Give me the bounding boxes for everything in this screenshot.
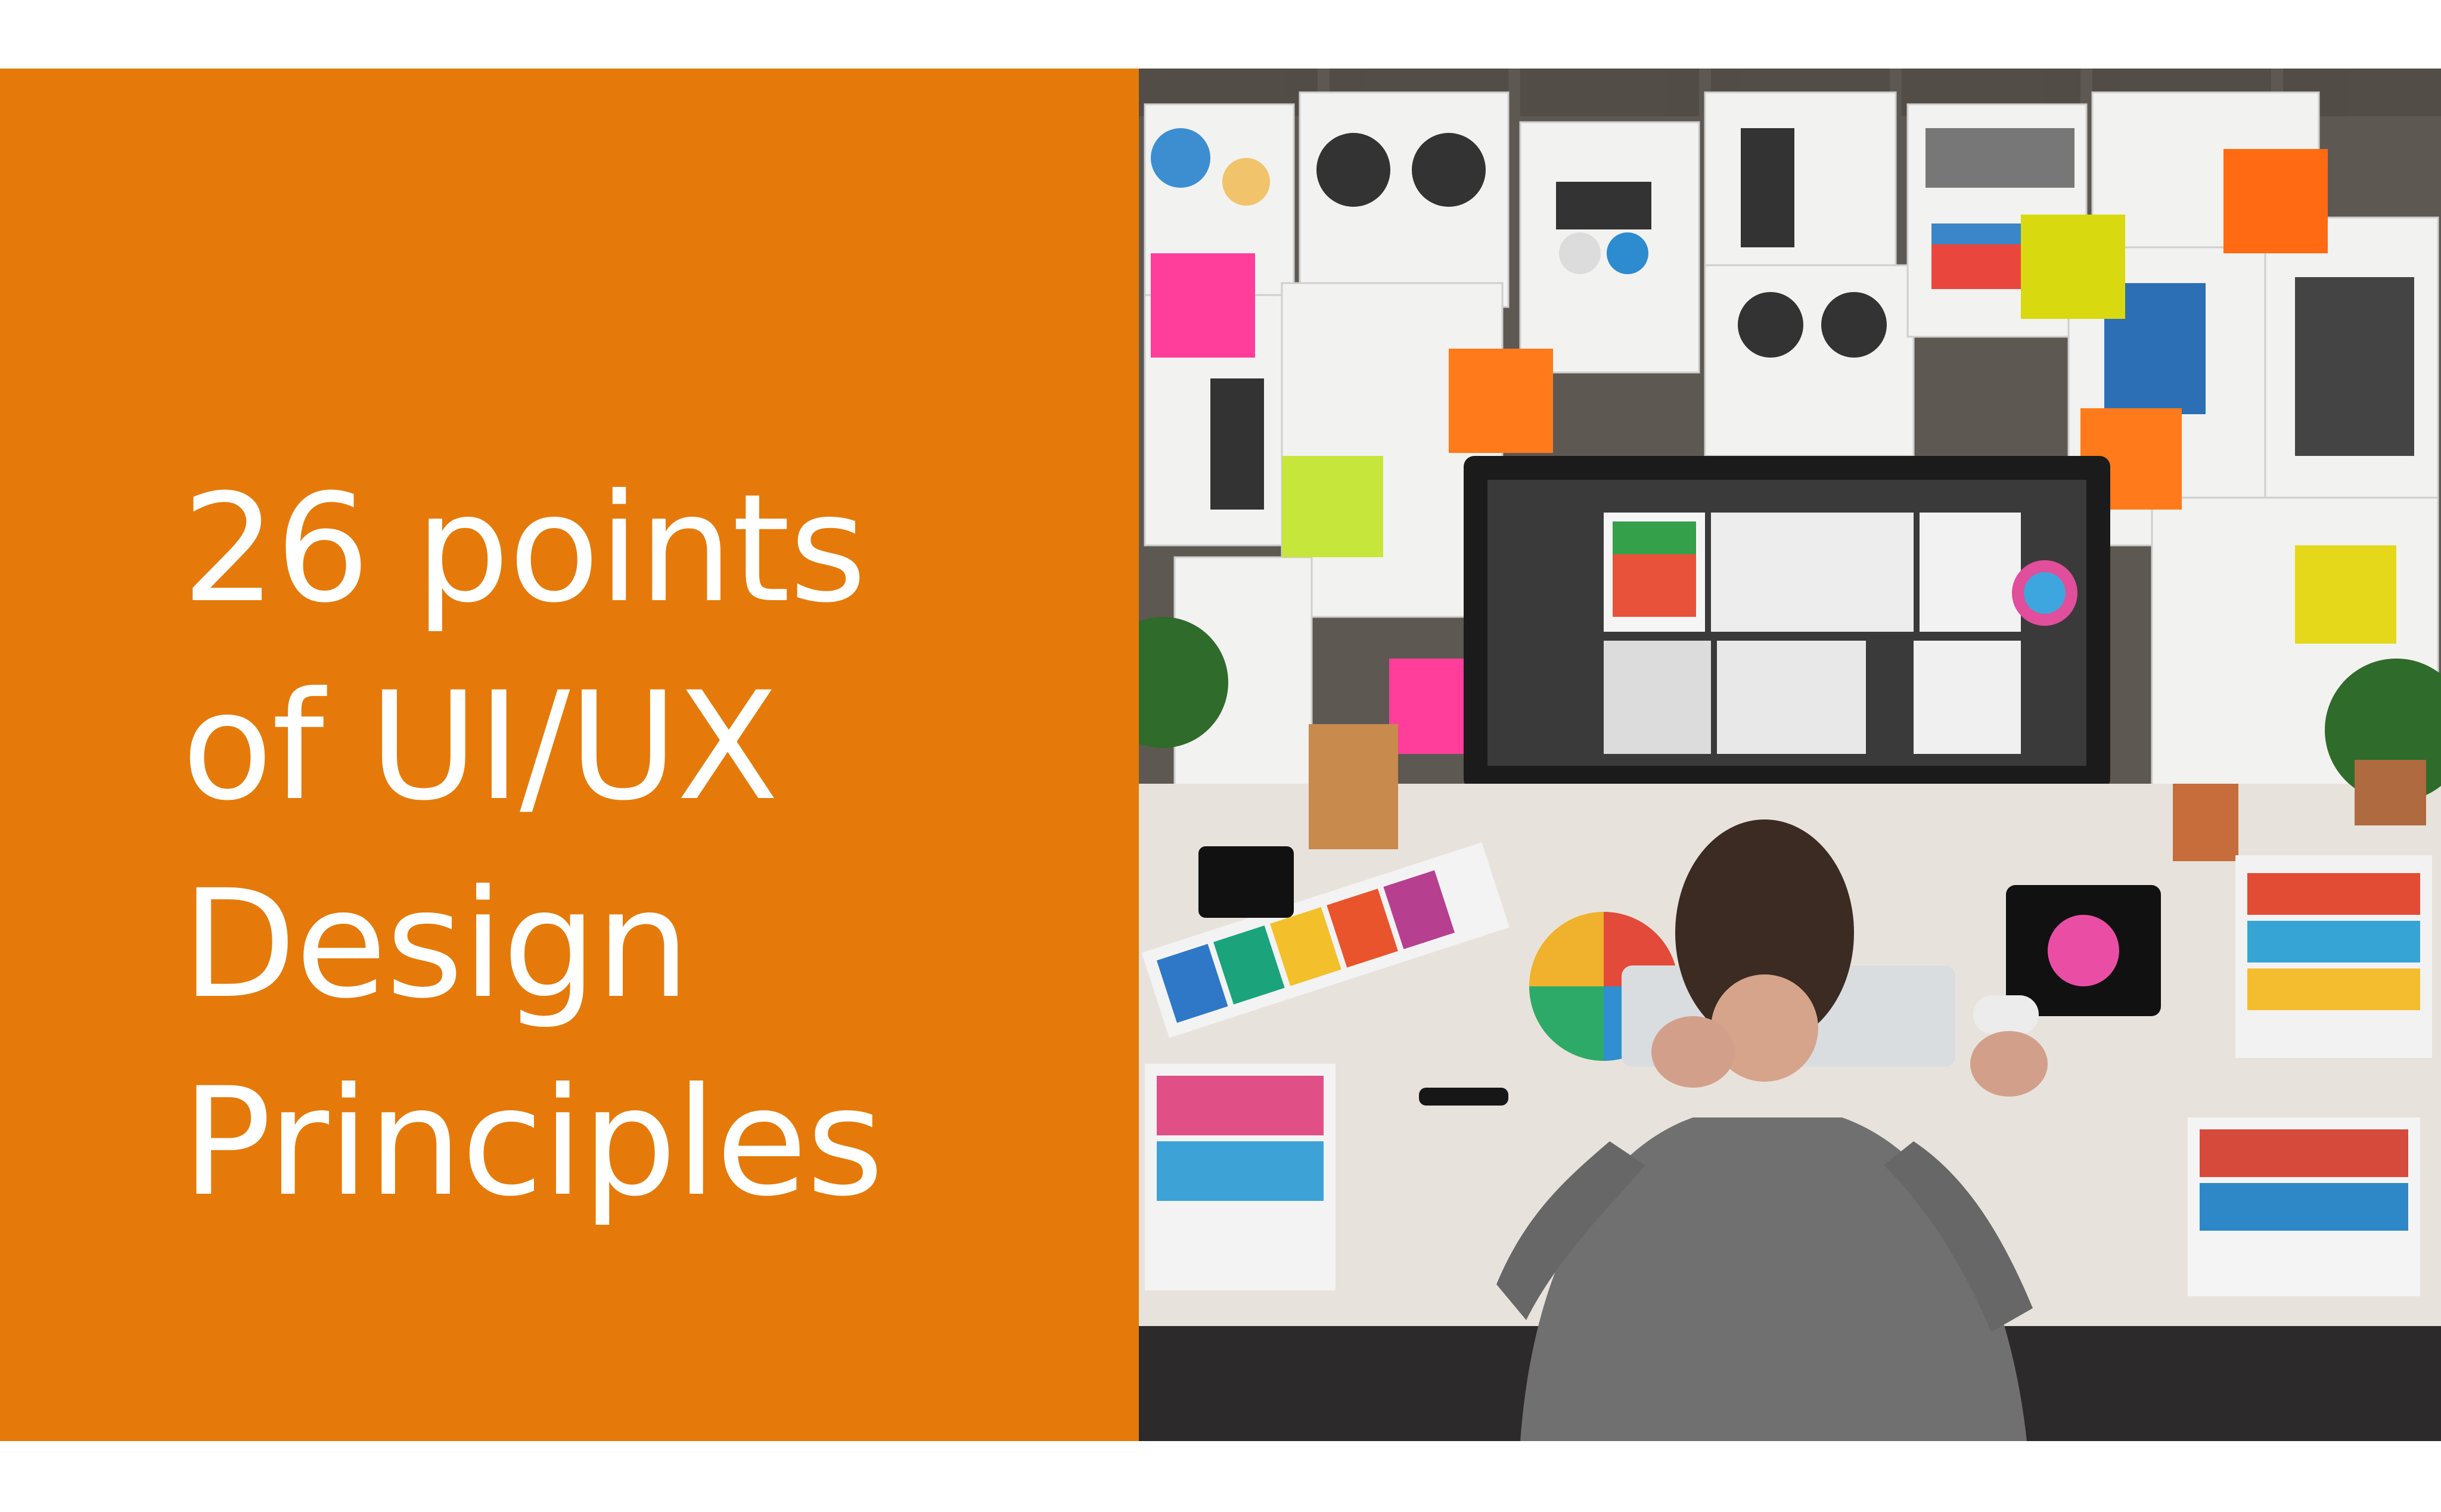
title-line-2: of UI/UX xyxy=(182,660,779,833)
card-frame: 26 points of UI/UX Design Principles xyxy=(0,0,2441,1512)
title-line-3: Design xyxy=(182,858,690,1031)
title-line-4: Principles xyxy=(182,1055,884,1229)
hero-image xyxy=(1139,69,2441,1441)
designer-workspace-illustration xyxy=(1139,69,2441,1441)
hero-banner: 26 points of UI/UX Design Principles xyxy=(0,69,2441,1441)
title-line-1: 26 points xyxy=(182,462,867,635)
banner-title: 26 points of UI/UX Design Principles xyxy=(182,450,884,1241)
title-panel: 26 points of UI/UX Design Principles xyxy=(0,69,1139,1441)
